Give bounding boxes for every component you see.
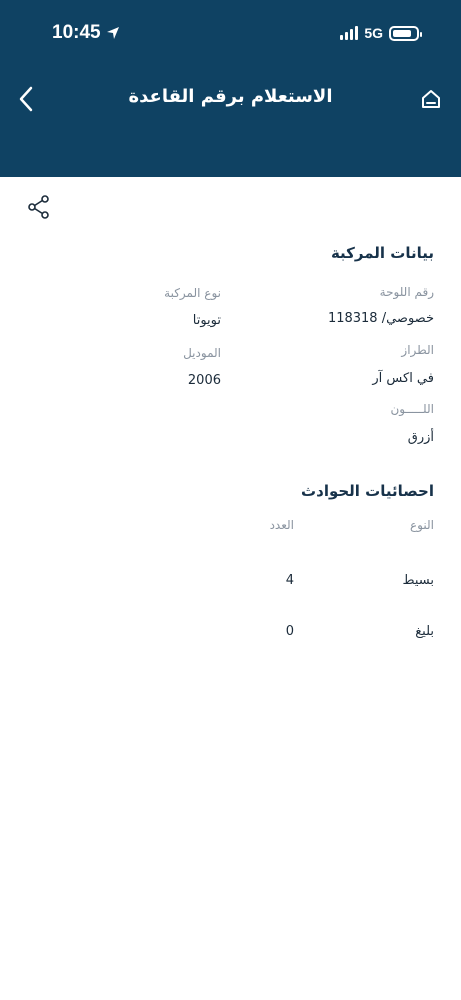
location-arrow-icon: [106, 27, 119, 39]
accidents-section-title: احصائيات الحوادث: [301, 482, 434, 500]
model-value: في اكس آر: [372, 371, 434, 386]
home-icon: [422, 90, 440, 108]
status-bar-indicators: 5G: [340, 25, 422, 41]
plate-number-label: رقم اللوحة: [379, 285, 434, 299]
cellular-signal-icon: [340, 26, 359, 40]
accident-count-cell: 4: [285, 573, 294, 588]
accident-count-cell: 0: [285, 624, 294, 639]
year-value: 2006: [187, 373, 221, 388]
share-button[interactable]: [28, 195, 50, 219]
accident-type-header: النوع: [410, 518, 434, 532]
status-bar-time: 10:45: [52, 22, 121, 44]
accident-count-header: العدد: [269, 518, 294, 532]
color-label: اللـــــون: [390, 402, 434, 416]
color-value: أزرق: [407, 430, 434, 445]
share-icon: [28, 195, 49, 219]
model-label: الطراز: [401, 343, 434, 357]
chevron-left-icon: [19, 86, 33, 112]
vehicle-type-value: تويوتا: [192, 313, 221, 328]
year-label: الموديل: [183, 346, 221, 360]
battery-icon: [389, 25, 422, 41]
app-header: 10:45 5G الاستعلام برقم القاعدة: [0, 0, 461, 177]
accident-type-cell: بسيط: [402, 573, 434, 588]
plate-number-value: خصوصي/ 118318: [327, 311, 434, 326]
network-type: 5G: [364, 25, 383, 41]
vehicle-type-label: نوع المركبة: [164, 286, 221, 300]
back-button[interactable]: [12, 84, 40, 114]
accident-type-cell: بليغ: [415, 624, 434, 639]
home-button[interactable]: [419, 86, 443, 112]
page-title: الاستعلام برقم القاعدة: [128, 86, 333, 107]
vehicle-section-title: بيانات المركبة: [330, 244, 434, 262]
status-time-text: 10:45: [52, 22, 101, 43]
